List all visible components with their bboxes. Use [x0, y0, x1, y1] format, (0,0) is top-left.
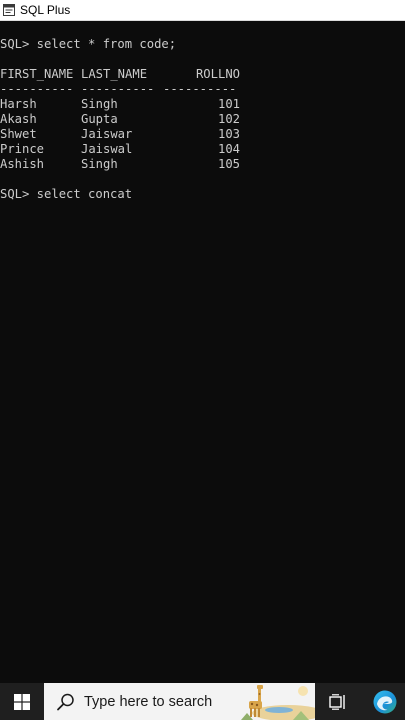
table-row: Prince Jaiswal 104	[0, 142, 240, 157]
cell-first-name: Akash	[0, 112, 37, 126]
cell-last-name: Gupta	[81, 112, 118, 126]
column-header-rollno: ROLLNO	[195, 67, 240, 81]
search-placeholder: Type here to search	[84, 693, 213, 710]
cell-last-name: Jaiswar	[81, 127, 133, 141]
cell-rollno: 105	[217, 157, 240, 171]
table-row: Harsh Singh 101	[0, 97, 240, 112]
table-row: Shwet Jaiswar 103	[0, 127, 240, 142]
cell-rollno: 103	[217, 127, 240, 141]
sql-prompt-line: SQL> select * from code;	[0, 37, 177, 51]
cell-last-name: Singh	[81, 157, 118, 171]
column-header-first-name: FIRST_NAME	[0, 67, 74, 81]
task-view-button[interactable]	[322, 683, 354, 720]
cell-first-name: Ashish	[0, 157, 45, 171]
column-header-last-name: LAST_NAME	[81, 67, 148, 81]
separator: ----------	[163, 82, 237, 96]
taskbar: Type here to search	[0, 683, 405, 720]
cell-last-name: Singh	[81, 97, 118, 111]
separator: ----------	[0, 82, 74, 96]
edge-browser-icon	[373, 690, 397, 713]
window-titlebar[interactable]: SQL Plus	[0, 0, 405, 21]
cell-rollno: 102	[217, 112, 240, 126]
edge-browser-button[interactable]	[366, 683, 404, 720]
search-icon	[57, 693, 74, 710]
table-row: Ashish Singh 105	[0, 157, 240, 172]
sqlplus-app-icon	[3, 4, 15, 16]
cell-last-name: Jaiswal	[81, 142, 133, 156]
task-view-icon	[329, 693, 345, 710]
table-row: Akash Gupta 102	[0, 112, 240, 127]
cell-rollno: 104	[217, 142, 240, 156]
console-output[interactable]: SQL> select * from code; FIRST_NAME LAST…	[0, 21, 405, 683]
cell-rollno: 101	[217, 97, 240, 111]
result-header-row: FIRST_NAME LAST_NAME ROLLNO	[0, 67, 240, 82]
cell-first-name: Prince	[0, 142, 45, 156]
window-title: SQL Plus	[20, 3, 71, 17]
separator: ----------	[81, 82, 155, 96]
result-separator-row: ---------- ---------- ----------	[0, 82, 236, 97]
windows-start-icon	[14, 693, 30, 710]
search-highlight-illustration	[233, 683, 315, 720]
cell-first-name: Shwet	[0, 127, 37, 141]
cell-first-name: Harsh	[0, 97, 37, 111]
sql-input-line[interactable]: SQL> select concat	[0, 187, 132, 202]
taskbar-search-box[interactable]: Type here to search	[44, 683, 315, 720]
start-button[interactable]	[0, 683, 44, 720]
